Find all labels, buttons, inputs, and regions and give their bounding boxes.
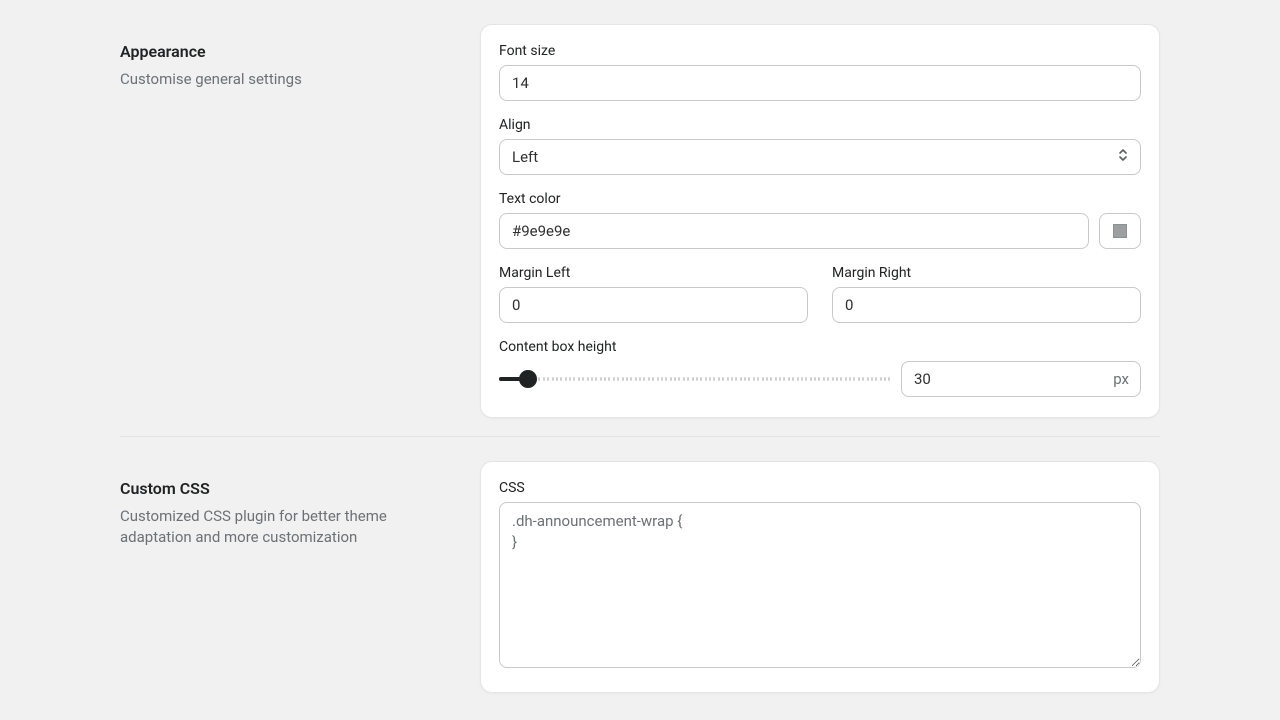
custom-css-title: Custom CSS (120, 479, 480, 498)
content-box-height-input[interactable] (901, 361, 1141, 397)
appearance-title: Appearance (120, 42, 480, 61)
custom-css-card: CSS (480, 461, 1160, 693)
font-size-input[interactable] (499, 65, 1141, 101)
color-swatch-icon (1113, 224, 1127, 238)
text-color-swatch-button[interactable] (1099, 213, 1141, 249)
text-color-field: Text color (499, 191, 1141, 249)
align-select[interactable]: Left (499, 139, 1141, 175)
align-label: Align (499, 117, 1141, 133)
content-box-height-field: Content box height px (499, 339, 1141, 397)
css-textarea[interactable] (499, 502, 1141, 668)
margin-left-label: Margin Left (499, 265, 808, 281)
align-field: Align Left (499, 117, 1141, 175)
content-box-height-slider[interactable] (499, 368, 891, 390)
appearance-header: Appearance Customise general settings (120, 24, 480, 418)
font-size-label: Font size (499, 43, 1141, 59)
font-size-field: Font size (499, 43, 1141, 101)
custom-css-section: Custom CSS Customized CSS plugin for bet… (120, 436, 1160, 693)
appearance-card: Font size Align Left (480, 24, 1160, 418)
appearance-desc: Customise general settings (120, 69, 480, 90)
custom-css-header: Custom CSS Customized CSS plugin for bet… (120, 461, 480, 693)
text-color-label: Text color (499, 191, 1141, 207)
text-color-input[interactable] (499, 213, 1089, 249)
slider-thumb-icon[interactable] (519, 370, 537, 388)
margin-right-field: Margin Right (832, 265, 1141, 323)
margin-fields: Margin Left Margin Right (499, 265, 1141, 323)
css-label: CSS (499, 480, 1141, 496)
custom-css-desc: Customized CSS plugin for better theme a… (120, 506, 480, 548)
margin-left-input[interactable] (499, 287, 808, 323)
margin-right-label: Margin Right (832, 265, 1141, 281)
content-box-height-label: Content box height (499, 339, 1141, 355)
margin-left-field: Margin Left (499, 265, 808, 323)
appearance-section: Appearance Customise general settings Fo… (120, 0, 1160, 418)
margin-right-input[interactable] (832, 287, 1141, 323)
css-field: CSS (499, 480, 1141, 672)
